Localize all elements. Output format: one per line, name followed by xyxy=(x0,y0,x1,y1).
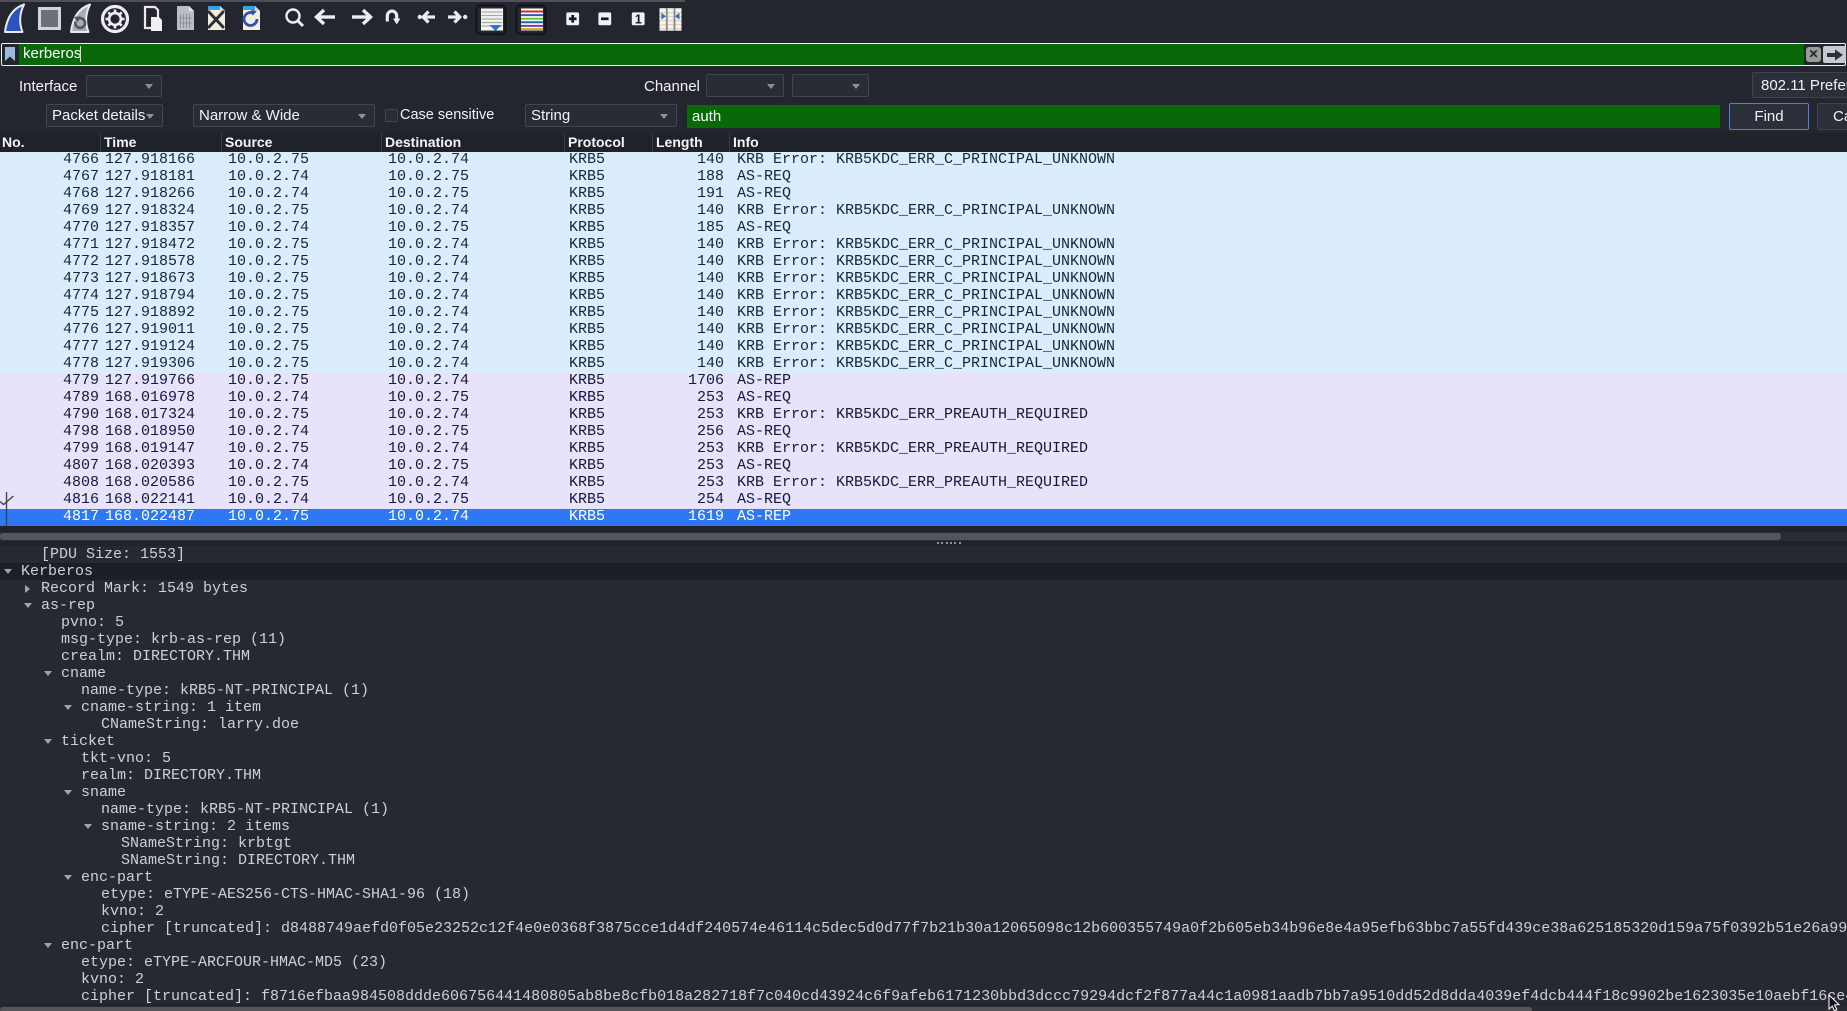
svg-text:1: 1 xyxy=(635,12,642,26)
